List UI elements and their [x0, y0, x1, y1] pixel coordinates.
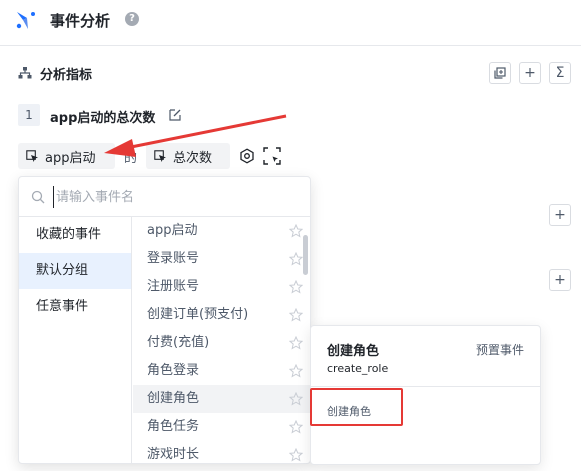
add-metric-button[interactable]: + [519, 62, 541, 84]
app-header: 事件分析 ? [0, 0, 581, 46]
hierarchy-icon [18, 67, 32, 79]
event-list: app启动 登录账号 注册账号 创建订单(预支付) 付费(充值) 角色登录 创建… [133, 217, 310, 463]
star-icon[interactable] [289, 308, 303, 322]
star-icon[interactable] [289, 224, 303, 238]
event-item[interactable]: 注册账号 [133, 273, 310, 301]
aggregation-selector[interactable]: 总次数 [146, 143, 230, 169]
detail-event-key: create_role [327, 362, 389, 375]
event-item[interactable]: app启动 [133, 217, 310, 245]
event-item[interactable]: 游戏时长 [133, 441, 310, 463]
event-item-label: 登录账号 [147, 251, 200, 266]
event-item-label: 创建订单(预支付) [147, 307, 249, 322]
star-icon[interactable] [289, 448, 303, 462]
event-search-input[interactable] [53, 186, 293, 208]
event-item-label: app启动 [147, 223, 198, 238]
group-item-default[interactable]: 默认分组 [19, 253, 131, 289]
event-item[interactable]: 登录账号 [133, 245, 310, 273]
metrics-toolbar: + Σ [489, 62, 571, 84]
detail-title: 创建角色 [327, 344, 380, 359]
detail-type-badge: 预置事件 [475, 343, 524, 357]
star-icon[interactable] [289, 392, 303, 406]
event-item-label: 付费(充值) [147, 335, 210, 350]
event-detail-popover: 创建角色 预置事件 create_role 创建角色 [310, 325, 541, 465]
event-item[interactable]: 角色登录 [133, 357, 310, 385]
event-item[interactable]: 付费(充值) [133, 329, 310, 357]
add-group-button[interactable]: + [549, 269, 571, 291]
event-group-list: 收藏的事件 默认分组 任意事件 [19, 217, 132, 463]
edit-icon[interactable] [168, 108, 182, 122]
star-icon[interactable] [289, 364, 303, 378]
event-item-label: 游戏时长 [147, 447, 200, 462]
event-search-box [19, 177, 310, 217]
event-item[interactable]: 创建订单(预支付) [133, 301, 310, 329]
star-icon[interactable] [289, 336, 303, 350]
add-filter-button[interactable]: + [549, 204, 571, 226]
event-item-hovered[interactable]: 创建角色 [133, 385, 310, 413]
metric-name: app启动的总次数 [50, 111, 156, 126]
event-selector[interactable]: app启动 [18, 143, 115, 169]
filter-scan-icon[interactable] [263, 147, 281, 165]
event-item-label: 创建角色 [147, 391, 200, 406]
annotation-highlight-box [310, 388, 403, 426]
group-item-favorites[interactable]: 收藏的事件 [19, 217, 131, 253]
detail-divider [311, 386, 540, 387]
cursor-icon [26, 149, 38, 162]
page-title: 事件分析 [50, 12, 111, 30]
app-logo-icon [16, 12, 35, 29]
star-icon[interactable] [289, 280, 303, 294]
event-list-scrollbar[interactable] [303, 235, 308, 275]
formula-button[interactable]: Σ [549, 62, 571, 84]
aggregation-label: 总次数 [173, 150, 213, 166]
help-icon[interactable]: ? [125, 12, 139, 26]
metrics-section-header: 分析指标 [18, 60, 92, 86]
star-icon[interactable] [289, 252, 303, 266]
copy-button[interactable] [489, 62, 511, 84]
event-dropdown: 收藏的事件 默认分组 任意事件 app启动 登录账号 注册账号 创建订单(预支付… [18, 176, 311, 464]
metrics-section-title: 分析指标 [40, 67, 93, 83]
metric-index-badge: 1 [18, 104, 40, 126]
group-item-any[interactable]: 任意事件 [19, 289, 131, 325]
connector-text: 的 [124, 151, 138, 166]
event-item-label: 角色任务 [147, 419, 200, 434]
event-selector-label: app启动 [45, 150, 96, 166]
event-item[interactable]: 角色任务 [133, 413, 310, 441]
search-icon [31, 190, 45, 204]
cursor-icon [154, 149, 166, 162]
settings-icon[interactable] [239, 148, 255, 164]
star-icon[interactable] [289, 420, 303, 434]
event-item-label: 角色登录 [147, 363, 200, 378]
event-item-label: 注册账号 [147, 279, 200, 294]
copy-icon [494, 67, 506, 79]
